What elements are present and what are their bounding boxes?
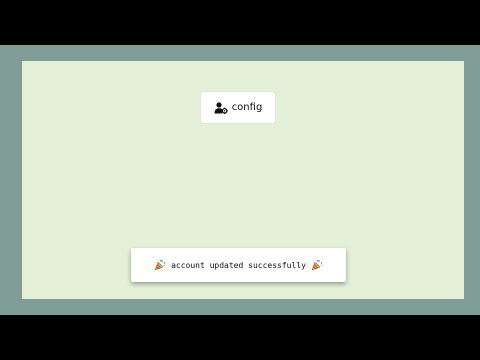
letterbox-top xyxy=(0,0,480,45)
toast-message: account updated successfully xyxy=(171,260,306,270)
party-popper-icon xyxy=(154,259,166,271)
app-frame: config account updated successfully xyxy=(0,45,480,315)
letterbox-bottom xyxy=(0,315,480,360)
content-area: config account updated successfully xyxy=(22,61,464,299)
success-toast: account updated successfully xyxy=(131,248,346,282)
config-button[interactable]: config xyxy=(201,92,275,123)
user-gear-icon xyxy=(214,101,228,114)
config-button-label: config xyxy=(231,102,263,113)
party-popper-icon xyxy=(311,259,323,271)
